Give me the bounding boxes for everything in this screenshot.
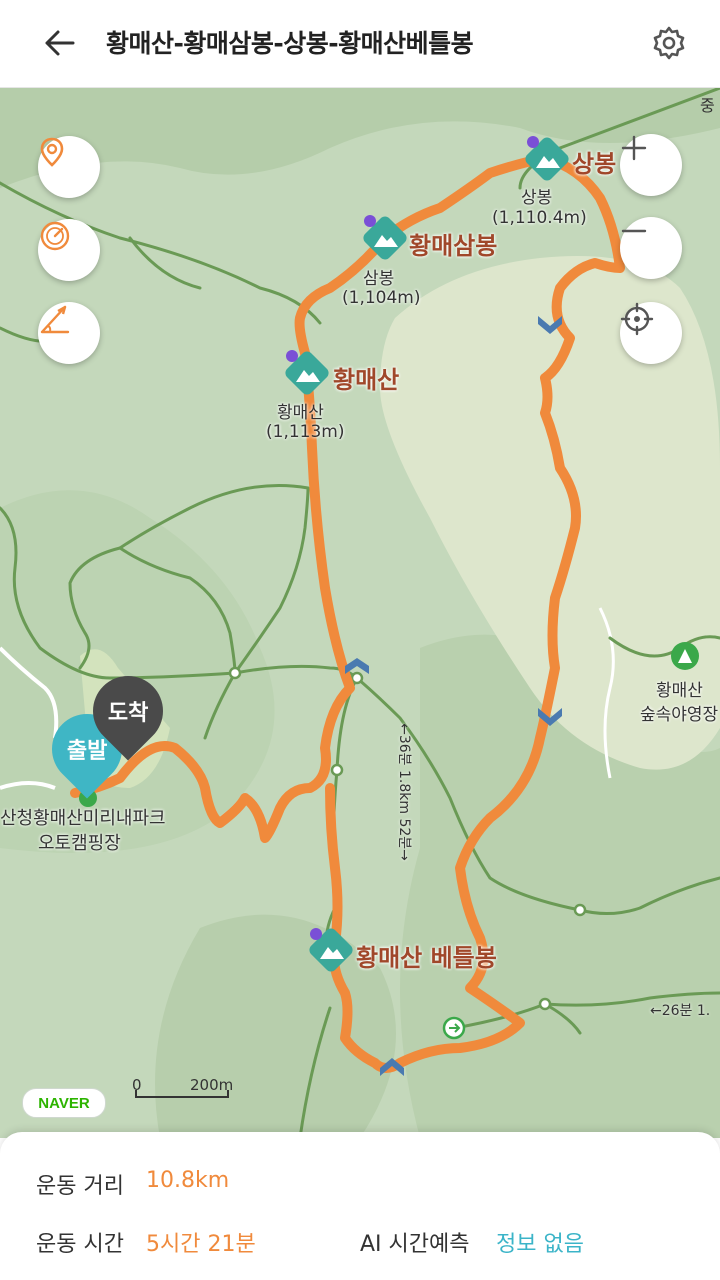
peak-label-hwangmae: 황매산 bbox=[333, 366, 400, 394]
ai-time-value: 정보 없음 bbox=[496, 1232, 584, 1257]
end-label: 도착 bbox=[107, 701, 149, 727]
time-value: 5시간 21분 bbox=[146, 1232, 256, 1257]
peak-elev-samjae: (1,104m) bbox=[342, 288, 421, 308]
speedometer-icon bbox=[40, 221, 70, 251]
location-pin-icon bbox=[40, 137, 64, 167]
location-button[interactable] bbox=[38, 136, 100, 198]
camp-label-2: 숲속야영장 bbox=[640, 705, 719, 725]
peak-name-samjae: 삼봉 bbox=[363, 269, 395, 289]
back-button[interactable] bbox=[34, 20, 84, 66]
zoom-in-button[interactable] bbox=[620, 134, 682, 196]
gear-icon bbox=[653, 26, 685, 60]
peak-elev-hwangmae: (1,113m) bbox=[266, 422, 345, 442]
peak-label-samjae: 황매삼봉 bbox=[409, 232, 498, 260]
autocamp-label-2: 오토캠핑장 bbox=[38, 833, 121, 854]
edge-label: 중 bbox=[700, 96, 715, 115]
slope-icon bbox=[40, 305, 70, 334]
recenter-button[interactable] bbox=[620, 302, 682, 364]
campsite-icon bbox=[671, 642, 699, 670]
slope-button[interactable] bbox=[38, 302, 100, 364]
peak-name-hwangmae: 황매산 bbox=[277, 403, 324, 423]
start-label: 출발 bbox=[66, 739, 108, 765]
minus-icon bbox=[621, 229, 647, 233]
autocamp-label-1: 산청황매산미리내파크 bbox=[0, 808, 166, 829]
crosshair-icon bbox=[620, 302, 654, 336]
plus-icon bbox=[621, 135, 647, 161]
stats-panel: 운동 거리 10.8km 운동 시간 5시간 21분 AI 시간예측 정보 없음 bbox=[0, 1132, 720, 1280]
app-header: 황매산-황매삼봉-상봉-황매산베틀봉 bbox=[0, 0, 720, 88]
camp-label-1: 황매산 bbox=[656, 681, 703, 701]
entrance-icon bbox=[442, 1016, 466, 1040]
page-title: 황매산-황매삼봉-상봉-황매산베틀봉 bbox=[106, 29, 474, 58]
map-view[interactable]: 상봉 상봉 (1,110.4m) 황매삼봉 삼봉 (1,104m) 황매산 황매… bbox=[0, 88, 720, 1138]
distance-value: 10.8km bbox=[146, 1168, 230, 1193]
time-label: 운동 시간 bbox=[36, 1232, 124, 1257]
trail-time-label-2: ←26분 1. bbox=[650, 1003, 711, 1019]
settings-button[interactable] bbox=[646, 20, 692, 66]
ai-time-label: AI 시간예측 bbox=[360, 1232, 470, 1257]
peak-label-sangbong: 상봉 bbox=[572, 150, 617, 178]
peak-name-sangbong: 상봉 bbox=[521, 188, 553, 208]
trail-time-label-1: ←36분 1.8km 52분→ bbox=[395, 723, 412, 861]
back-arrow-icon bbox=[45, 30, 75, 56]
speed-button[interactable] bbox=[38, 219, 100, 281]
zoom-out-button[interactable] bbox=[620, 217, 682, 279]
peak-label-beteul: 황매산 베틀봉 bbox=[356, 944, 497, 972]
map-scale: 0 200m bbox=[132, 1076, 233, 1116]
map-canvas[interactable] bbox=[0, 88, 720, 1138]
naver-logo: NAVER bbox=[22, 1088, 106, 1118]
peak-elev-sangbong: (1,110.4m) bbox=[492, 208, 587, 228]
distance-label: 운동 거리 bbox=[36, 1174, 124, 1199]
